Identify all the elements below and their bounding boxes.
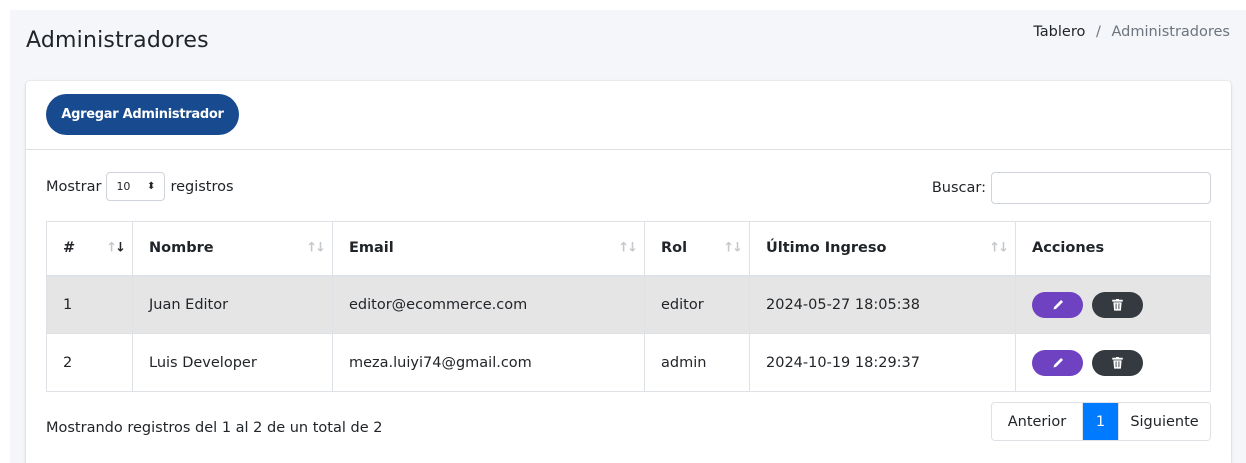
cell-email: meza.luiyi74@gmail.com — [332, 333, 645, 392]
cell-role: admin — [644, 333, 750, 392]
sort-icon: ↑↓ — [618, 240, 638, 256]
search-label: Buscar: — [931, 180, 986, 196]
edit-button[interactable] — [1032, 349, 1083, 376]
pagination: Anterior 1 Siguiente — [991, 402, 1211, 441]
table-row: 1 Juan Editor editor@ecommerce.com edito… — [46, 275, 1211, 334]
column-header-actions: Acciones — [1015, 221, 1211, 277]
delete-button[interactable] — [1092, 291, 1143, 318]
sort-icon: ↑↓ — [306, 240, 326, 256]
sort-updown-icon: ⬍ — [147, 181, 156, 192]
cell-email: editor@ecommerce.com — [332, 275, 645, 334]
column-header-last-login[interactable]: Último Ingreso ↑↓ — [749, 221, 1016, 277]
table-info: Mostrando registros del 1 al 2 de un tot… — [46, 420, 383, 436]
cell-role: editor — [644, 275, 750, 334]
sort-icon: ↑↓ — [106, 240, 126, 256]
column-header-num[interactable]: # ↑↓ — [46, 221, 133, 277]
trash-icon — [1112, 298, 1123, 311]
search-control: Buscar: — [932, 172, 1211, 204]
trash-icon — [1112, 356, 1123, 369]
breadcrumb-current: Administradores — [1111, 24, 1230, 40]
cell-num: 2 — [46, 333, 133, 392]
column-header-email[interactable]: Email ↑↓ — [332, 221, 645, 277]
card-header: Agregar Administrador — [26, 81, 1231, 150]
pagination-next[interactable]: Siguiente — [1118, 403, 1210, 440]
delete-button[interactable] — [1092, 349, 1143, 376]
edit-button[interactable] — [1032, 291, 1083, 318]
sort-icon: ↑↓ — [989, 240, 1009, 256]
table-row: 2 Luis Developer meza.luiyi74@gmail.com … — [46, 333, 1211, 392]
cell-last-login: 2024-05-27 18:05:38 — [749, 275, 1016, 334]
column-header-name[interactable]: Nombre ↑↓ — [132, 221, 333, 277]
breadcrumb: Tablero / Administradores — [1033, 24, 1230, 40]
cell-num: 1 — [46, 275, 133, 334]
sort-icon: ↑↓ — [723, 240, 743, 256]
add-admin-button[interactable]: Agregar Administrador — [46, 94, 239, 135]
cell-actions — [1015, 333, 1211, 392]
column-header-role[interactable]: Rol ↑↓ — [644, 221, 750, 277]
length-prefix-label: Mostrar — [46, 178, 102, 195]
search-input[interactable] — [991, 172, 1211, 204]
pagination-prev[interactable]: Anterior — [992, 403, 1083, 440]
cell-name: Luis Developer — [132, 333, 333, 392]
breadcrumb-home-link[interactable]: Tablero — [1033, 24, 1085, 40]
page-title: Administradores — [26, 28, 209, 53]
length-select[interactable]: 10 ⬍ — [106, 172, 166, 201]
cell-name: Juan Editor — [132, 275, 333, 334]
breadcrumb-separator: / — [1095, 24, 1101, 40]
cell-last-login: 2024-10-19 18:29:37 — [749, 333, 1016, 392]
length-control: Mostrar 10 ⬍ registros — [46, 172, 234, 201]
admins-table: # ↑↓ Nombre ↑↓ Email ↑↓ Rol ↑↓ Último Ingres… — [46, 221, 1211, 392]
pagination-page-1[interactable]: 1 — [1083, 403, 1118, 440]
pencil-icon — [1053, 299, 1063, 310]
length-suffix-label: registros — [170, 178, 234, 195]
pencil-icon — [1053, 357, 1063, 367]
cell-actions — [1015, 275, 1211, 334]
length-select-value: 10 — [116, 180, 131, 193]
table-header-row: # ↑↓ Nombre ↑↓ Email ↑↓ Rol ↑↓ Último Ingres… — [46, 221, 1211, 277]
admins-card: Agregar Administrador Mostrar 10 ⬍ regis… — [26, 81, 1231, 463]
